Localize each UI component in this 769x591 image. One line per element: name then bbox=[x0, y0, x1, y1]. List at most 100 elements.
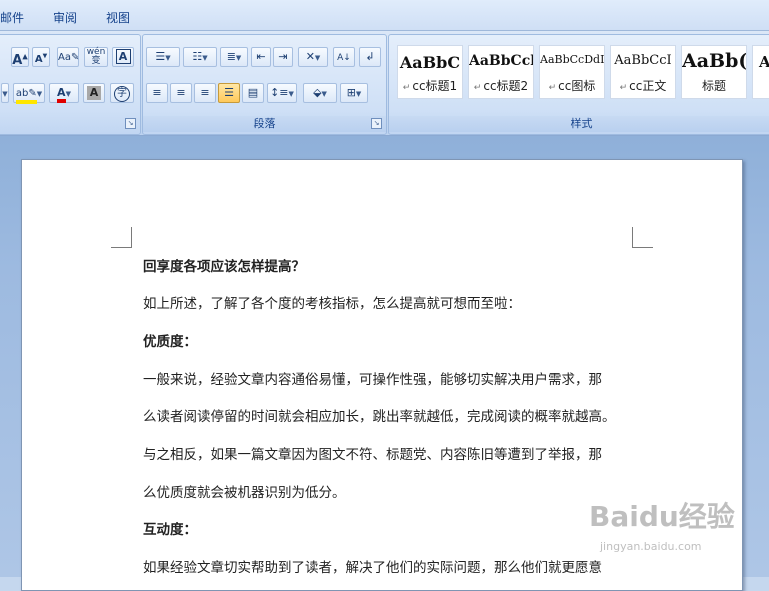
body-paragraph: 如上所述，了解了各个度的考核指标，怎么提高就可想而至啦： bbox=[143, 296, 521, 312]
styles-group: AaBbC ↵ cc标题1 AaBbCcl ↵ cc标题2 AaBbCcDdI ↵ c… bbox=[388, 34, 769, 135]
style-tile[interactable]: A bbox=[752, 45, 769, 99]
multilevel-list-button[interactable]: ≣▼ bbox=[220, 47, 248, 67]
decrease-indent-button[interactable]: ⇤ bbox=[251, 47, 271, 67]
align-center-icon: ≡ bbox=[176, 86, 186, 99]
style-tile[interactable]: AaBbCcI ↵ cc正文 bbox=[610, 45, 676, 99]
style-tile[interactable]: AaBbCcl ↵ cc标题2 bbox=[468, 45, 534, 99]
multilevel-list-icon: ≣ bbox=[226, 50, 236, 63]
align-right-icon: ≡ bbox=[200, 86, 210, 99]
body-paragraph: 么读者阅读停留的时间就会相应加长，跳出率就越低，完成阅读的概率就越高。 bbox=[143, 409, 616, 425]
style-name: cc正文 bbox=[629, 79, 667, 93]
borders-icon: ⊞ bbox=[346, 86, 356, 99]
style-tile[interactable]: AaBbCcDdI ↵ cc图标 bbox=[539, 45, 605, 99]
line-spacing-button[interactable]: ↕≡▼ bbox=[267, 83, 297, 103]
style-sample: AaBbCcDdI bbox=[540, 53, 604, 66]
char-shading-button[interactable]: A bbox=[83, 83, 105, 103]
paragraph-mark-icon: ↵ bbox=[548, 83, 557, 93]
align-left-button[interactable]: ≡ bbox=[146, 83, 168, 103]
font-group: A▲ A▼ Aa✎ wén 变 A ▼ ab✎▼ A▼ A 字 ↘ bbox=[0, 34, 141, 135]
tab-mailings[interactable]: 邮件 bbox=[0, 9, 24, 26]
style-name-wrap: ↵ cc图标 bbox=[540, 77, 604, 94]
bullets-icon: ☰ bbox=[155, 50, 166, 63]
style-sample: AaBbCcI bbox=[614, 53, 672, 68]
phonetic-guide-icon: wén 变 bbox=[86, 47, 106, 66]
style-sample: AaBbC bbox=[399, 53, 461, 72]
font-dropdown-arrow[interactable]: ▼ bbox=[1, 83, 9, 103]
distributed-button[interactable]: ▤ bbox=[242, 83, 264, 103]
style-name-wrap: ↵ cc正文 bbox=[611, 77, 675, 94]
paragraph-group-label: 段落 bbox=[143, 116, 386, 132]
font-color-button[interactable]: A▼ bbox=[49, 83, 79, 103]
shading-button[interactable]: ⬙▼ bbox=[303, 83, 337, 103]
style-name: cc标题1 bbox=[412, 79, 458, 93]
decrease-indent-icon: ⇤ bbox=[256, 50, 266, 63]
pilcrow-icon: ↲ bbox=[365, 50, 375, 63]
tab-review[interactable]: 审阅 bbox=[53, 9, 77, 26]
grow-font-icon: A▲ bbox=[12, 53, 28, 69]
enclose-char-icon: 字 bbox=[114, 86, 130, 102]
paragraph-group: ☰▼ ☷▼ ≣▼ ⇤ ⇥ ✕▼ A↓ ↲ ≡ ≡ ≡ ☰ ▤ ↕≡▼ ⬙▼ ⊞▼… bbox=[142, 34, 387, 135]
paint-bucket-icon: ⬙ bbox=[313, 86, 322, 99]
borders-button[interactable]: ⊞▼ bbox=[340, 83, 368, 103]
increase-indent-icon: ⇥ bbox=[278, 50, 288, 63]
shrink-font-button[interactable]: A▼ bbox=[32, 47, 50, 67]
char-shading-icon: A bbox=[87, 86, 101, 100]
phonetic-guide-button[interactable]: wén 变 bbox=[84, 47, 108, 67]
sort-button[interactable]: A↓ bbox=[333, 47, 355, 67]
justify-icon: ☰ bbox=[224, 86, 234, 99]
section-heading: 互动度： bbox=[143, 522, 197, 538]
body-paragraph: 如果经验文章切实帮助到了读者，解决了他们的实际问题，那么他们就更愿意 bbox=[143, 560, 602, 576]
body-paragraph: 么优质度就会被机器识别为低分。 bbox=[143, 485, 346, 501]
style-sample: AaBbCcl bbox=[469, 53, 533, 69]
highlight-icon: ab✎ bbox=[15, 88, 37, 104]
style-tile[interactable]: AaBb( 标题 bbox=[681, 45, 747, 99]
enclose-char-button[interactable]: 字 bbox=[110, 83, 134, 103]
chinese-layout-button[interactable]: ✕▼ bbox=[298, 47, 328, 67]
ribbon-tabs: 邮件 审阅 视图 bbox=[0, 0, 769, 31]
line-spacing-icon: ↕≡ bbox=[270, 86, 289, 99]
char-border-button[interactable]: A bbox=[112, 47, 134, 67]
justify-button[interactable]: ☰ bbox=[218, 83, 240, 103]
highlight-button[interactable]: ab✎▼ bbox=[13, 83, 45, 104]
styles-group-label: 样式 bbox=[389, 116, 769, 132]
chinese-layout-icon: ✕ bbox=[305, 50, 315, 63]
increase-indent-button[interactable]: ⇥ bbox=[273, 47, 293, 67]
paragraph-mark-icon: ↵ bbox=[473, 83, 482, 93]
align-center-button[interactable]: ≡ bbox=[170, 83, 192, 103]
style-name: cc标题2 bbox=[483, 79, 529, 93]
watermark-logo: Baidu经验 bbox=[589, 500, 735, 533]
style-name-wrap: ↵ cc标题2 bbox=[469, 77, 533, 94]
style-tile[interactable]: AaBbC ↵ cc标题1 bbox=[397, 45, 463, 99]
numbering-button[interactable]: ☷▼ bbox=[183, 47, 217, 67]
paragraph-dialog-launcher-icon[interactable]: ↘ bbox=[371, 118, 382, 129]
align-right-button[interactable]: ≡ bbox=[194, 83, 216, 103]
align-left-icon: ≡ bbox=[152, 86, 162, 99]
style-sample: A bbox=[759, 53, 769, 71]
shrink-font-icon: A▼ bbox=[34, 53, 48, 66]
ribbon: A▲ A▼ Aa✎ wén 变 A ▼ ab✎▼ A▼ A 字 ↘ ☰▼ ☷▼ … bbox=[0, 31, 769, 136]
font-dialog-launcher-icon[interactable]: ↘ bbox=[125, 118, 136, 129]
show-formatting-marks-button[interactable]: ↲ bbox=[359, 47, 381, 67]
style-sample: AaBb( bbox=[682, 50, 746, 72]
baidu-watermark: Baidu经验 jingyan.baidu.com bbox=[585, 485, 765, 575]
section-heading: 优质度： bbox=[143, 334, 197, 350]
heading-paragraph: 回享度各项应该怎样提高？ bbox=[143, 259, 305, 275]
sort-icon: A↓ bbox=[337, 53, 351, 63]
tab-view[interactable]: 视图 bbox=[106, 9, 130, 26]
style-name: 标题 bbox=[701, 79, 726, 93]
distributed-icon: ▤ bbox=[247, 86, 259, 99]
paragraph-mark-icon: ↵ bbox=[619, 83, 628, 93]
char-border-icon: A bbox=[115, 49, 131, 64]
grow-font-button[interactable]: A▲ bbox=[11, 47, 29, 69]
numbering-icon: ☷ bbox=[192, 50, 203, 63]
body-paragraph: 与之相反，如果一篇文章因为图文不符、标题党、内容陈旧等遭到了举报，那 bbox=[143, 447, 602, 463]
bullets-button[interactable]: ☰▼ bbox=[146, 47, 180, 67]
font-color-icon: A bbox=[57, 87, 66, 103]
clear-format-icon: Aa✎ bbox=[58, 52, 80, 63]
crop-mark-top-left bbox=[111, 227, 132, 248]
clear-format-button[interactable]: Aa✎ bbox=[57, 47, 79, 67]
body-paragraph: 一般来说，经验文章内容通俗易懂，可操作性强，能够切实解决用户需求，那 bbox=[143, 372, 602, 388]
crop-mark-top-right bbox=[632, 227, 653, 248]
watermark-url: jingyan.baidu.com bbox=[600, 540, 702, 553]
style-name-wrap: ↵ cc标题1 bbox=[398, 77, 462, 94]
